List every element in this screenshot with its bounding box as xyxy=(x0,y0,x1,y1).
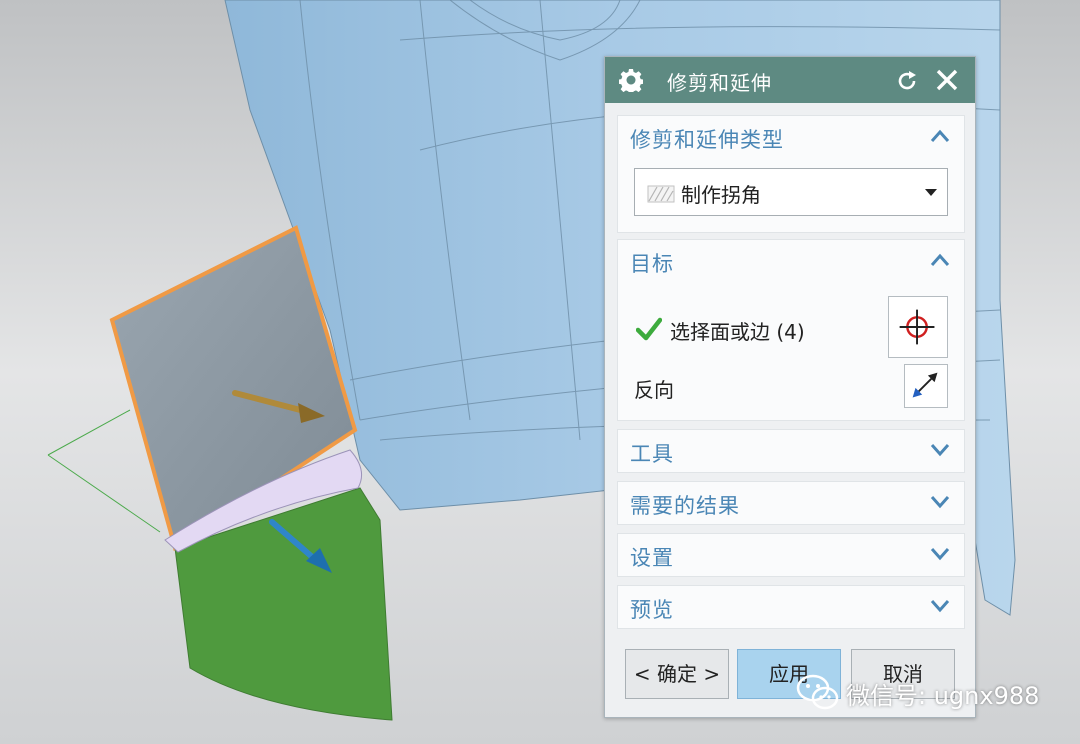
dropdown-arrow-icon xyxy=(925,189,937,196)
hatch-icon xyxy=(647,185,675,203)
chevron-up-icon xyxy=(930,253,950,266)
section-header-tools[interactable]: 工具 xyxy=(618,430,964,470)
ok-button[interactable]: < 确定 > xyxy=(625,649,729,699)
reverse-direction-icon xyxy=(912,372,938,398)
chevron-up-icon xyxy=(930,129,950,142)
dialog-titlebar[interactable]: 修剪和延伸 xyxy=(605,57,975,103)
section-title: 目标 xyxy=(630,252,674,276)
gear-icon xyxy=(619,69,643,92)
section-desired-result: 需要的结果 xyxy=(617,481,965,525)
section-title: 修剪和延伸类型 xyxy=(630,128,784,152)
chevron-down-icon xyxy=(930,496,950,509)
section-trim-extend-type: 修剪和延伸类型 制作拐角 xyxy=(617,115,965,233)
select-face-or-edge-label[interactable]: 选择面或边 (4) xyxy=(670,316,805,345)
reverse-direction-button[interactable] xyxy=(904,364,948,408)
type-dropdown-value: 制作拐角 xyxy=(681,183,761,207)
type-dropdown[interactable]: 制作拐角 xyxy=(634,168,948,216)
wechat-icon xyxy=(796,674,839,710)
section-header-result[interactable]: 需要的结果 xyxy=(618,482,964,522)
reverse-direction-label: 反向 xyxy=(634,378,674,402)
section-title: 预览 xyxy=(630,598,674,622)
chevron-down-icon xyxy=(930,600,950,613)
chevron-down-icon xyxy=(930,548,950,561)
reset-icon[interactable] xyxy=(895,69,919,93)
dialog-title: 修剪和延伸 xyxy=(667,71,772,95)
section-title: 设置 xyxy=(630,546,674,570)
chevron-down-icon xyxy=(930,444,950,457)
section-preview: 预览 xyxy=(617,585,965,629)
watermark-text: 微信号: ugnx988 xyxy=(846,682,1040,710)
section-header-target[interactable]: 目标 xyxy=(618,240,964,280)
section-header-type[interactable]: 修剪和延伸类型 xyxy=(618,116,964,156)
section-header-preview[interactable]: 预览 xyxy=(618,586,964,626)
section-settings: 设置 xyxy=(617,533,965,577)
check-icon xyxy=(636,317,662,341)
select-face-button[interactable] xyxy=(888,296,948,358)
section-target: 目标 选择面或边 (4) 反向 xyxy=(617,239,965,421)
crosshair-icon xyxy=(899,309,935,345)
section-title: 需要的结果 xyxy=(630,494,740,518)
trim-extend-dialog: 修剪和延伸 修剪和延伸类型 制作拐角 目标 选择面或边 (4) 反向 工具 需要… xyxy=(604,56,976,718)
section-header-settings[interactable]: 设置 xyxy=(618,534,964,574)
section-title: 工具 xyxy=(630,442,674,466)
section-tools: 工具 xyxy=(617,429,965,473)
close-icon[interactable] xyxy=(935,68,959,92)
